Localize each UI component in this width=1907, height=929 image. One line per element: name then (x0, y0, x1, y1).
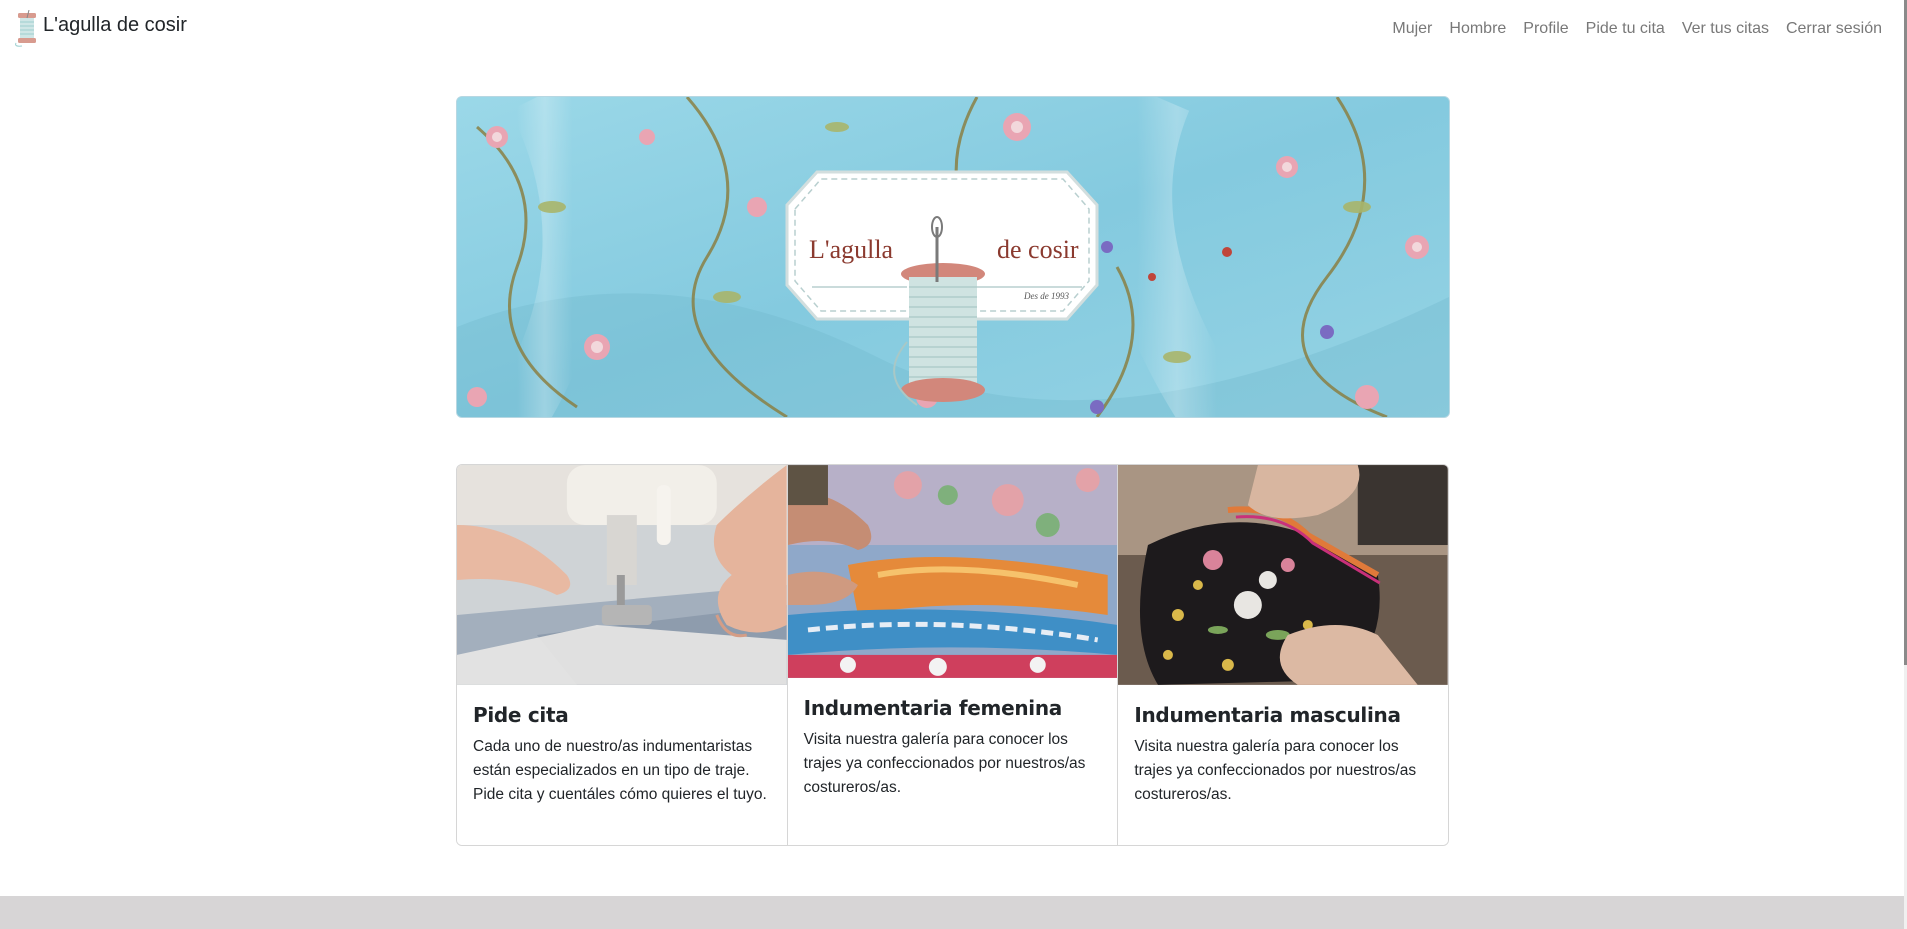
hero-logo-right: de cosir (997, 235, 1079, 264)
nav-item-cerrar-sesion[interactable]: Cerrar sesión (1786, 20, 1882, 38)
nav-item-mujer[interactable]: Mujer (1392, 20, 1432, 38)
card-title: Pide cita (473, 703, 569, 727)
nav-item-profile[interactable]: Profile (1523, 20, 1568, 38)
card-indumentaria-masculina[interactable]: Indumentaria masculina Visita nuestra ga… (1118, 465, 1448, 845)
nav-item-ver-tus-citas[interactable]: Ver tus citas (1682, 20, 1769, 38)
embroidered-fabric-photo (787, 465, 1118, 678)
embroidered-garment-photo (1118, 465, 1448, 685)
card-body: Indumentaria femenina Visita nuestra gal… (788, 678, 1118, 810)
page: L'agulla de cosir Mujer Hombre Profile P… (0, 0, 1907, 929)
card-body: Pide cita Cada uno de nuestro/as indumen… (457, 685, 787, 817)
card-group: Pide cita Cada uno de nuestro/as indumen… (456, 464, 1449, 846)
sewing-machine-photo (457, 465, 787, 685)
card-body: Indumentaria masculina Visita nuestra ga… (1118, 685, 1448, 817)
hero-fabric-image: L'agulla de cosir Des de 1993 (457, 97, 1449, 417)
card-title: Indumentaria masculina (1134, 703, 1401, 727)
card-text: Visita nuestra galería para conocer los … (803, 731, 1086, 796)
brand-name: L'agulla de cosir (43, 13, 187, 36)
card-text: Visita nuestra galería para conocer los … (1134, 738, 1417, 803)
hero-tagline: Des de 1993 (1023, 291, 1069, 301)
nav-item-pide-tu-cita[interactable]: Pide tu cita (1586, 20, 1665, 38)
hero-banner: L'agulla de cosir Des de 1993 (456, 96, 1450, 418)
thread-spool-icon (15, 10, 36, 47)
card-title: Indumentaria femenina (803, 696, 1063, 720)
brand-link[interactable]: L'agulla de cosir (12, 10, 187, 48)
nav-item-hombre[interactable]: Hombre (1449, 20, 1506, 38)
hero-logo-left: L'agulla (809, 235, 894, 264)
navbar: L'agulla de cosir Mujer Hombre Profile P… (0, 0, 1904, 62)
nav-links: Mujer Hombre Profile Pide tu cita Ver tu… (1392, 20, 1882, 38)
footer (0, 896, 1904, 929)
card-pide-cita[interactable]: Pide cita Cada uno de nuestro/as indumen… (457, 465, 788, 845)
card-indumentaria-femenina[interactable]: Indumentaria femenina Visita nuestra gal… (787, 465, 1119, 845)
card-text: Cada uno de nuestro/as indumentaristas e… (473, 738, 767, 803)
